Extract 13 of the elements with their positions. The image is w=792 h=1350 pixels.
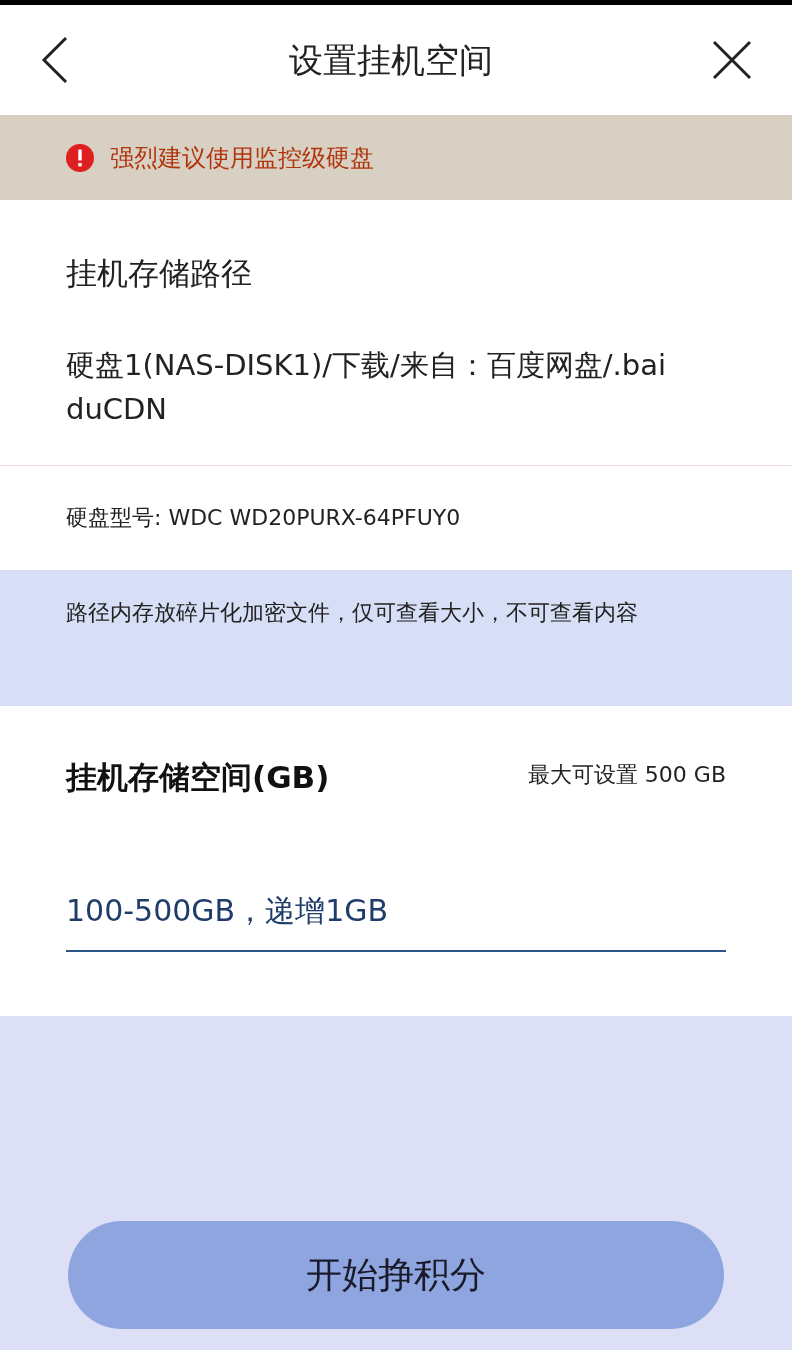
max-hint: 最大可设置 500 GB — [527, 760, 726, 789]
close-icon[interactable] — [712, 40, 752, 80]
warning-text: 强烈建议使用监控级硬盘 — [110, 142, 374, 174]
space-label: 挂机存储空间(GB) — [66, 757, 330, 797]
notice-text: 路径内存放碎片化加密文件，仅可查看大小，不可查看内容 — [66, 598, 639, 627]
back-icon[interactable] — [40, 35, 70, 85]
space-input-field[interactable]: 100-500GB，递增1GB — [66, 870, 726, 952]
page-title: 设置挂机空间 — [289, 38, 493, 82]
disk-model: 硬盘型号: WDC WD20PURX-64PFUY0 — [66, 504, 461, 532]
warning-icon — [66, 143, 94, 172]
path-label: 挂机存储路径 — [66, 254, 253, 293]
path-value: 硬盘1(NAS-DISK1)/下载/来自：百度网盘/.baiduCDN — [66, 346, 666, 428]
start-button[interactable]: 开始挣积分 — [68, 1220, 724, 1329]
